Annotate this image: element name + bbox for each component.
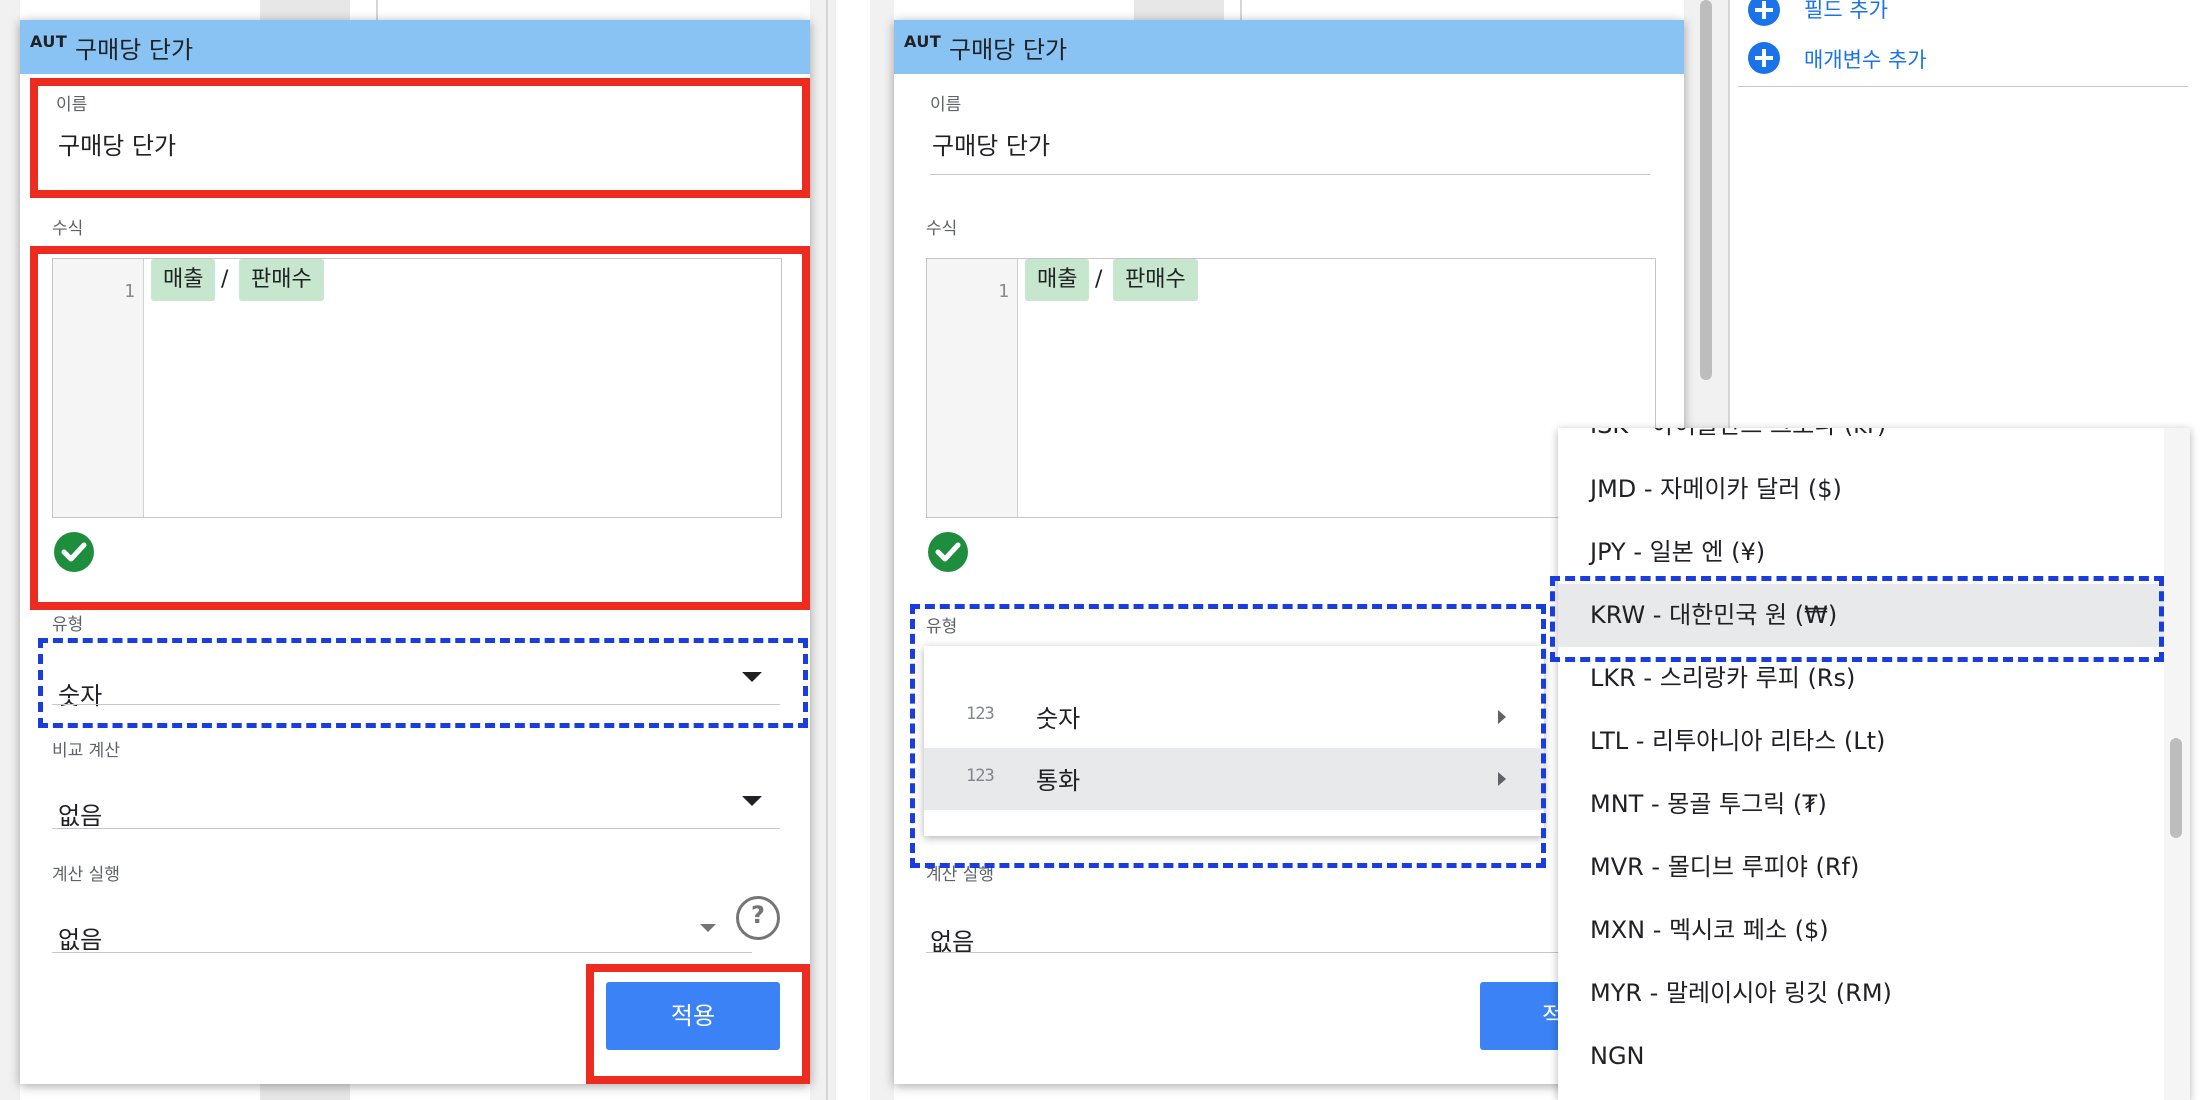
name-underline [930, 174, 1650, 175]
comparison-select-value[interactable]: 없음 [58, 796, 102, 831]
running-calc-underline [926, 952, 1626, 953]
annotation-formula-highlight [30, 246, 810, 610]
name-label: 이름 [930, 95, 962, 115]
annotation-type-highlight [38, 638, 808, 728]
type-label: 유형 [52, 615, 84, 635]
right-divider-line [1240, 0, 1242, 22]
dialog-header: AUT 구매당 단가 [20, 20, 810, 74]
currency-option[interactable]: LTL - 리투아니아 리타스 (Lt) [1558, 710, 2190, 773]
currency-option[interactable]: MVR - 몰디브 루피야 (Rf) [1558, 836, 2190, 899]
dialog-title: 구매당 단가 [949, 36, 1068, 64]
currency-option[interactable]: NGN [1558, 1025, 2190, 1088]
line-number: 1 [998, 281, 1009, 302]
annotation-name-highlight [30, 78, 810, 198]
name-input[interactable]: 구매당 단가 [932, 126, 1050, 161]
left-top-band [260, 0, 350, 20]
right-panel-rule [1738, 86, 2188, 87]
formula-editor[interactable]: 1 매출 / 판매수 [926, 258, 1656, 518]
right-editor-scrollbar[interactable] [1700, 0, 1712, 380]
add-parameter-icon[interactable] [1748, 42, 1780, 74]
dialog-title: 구매당 단가 [75, 36, 194, 64]
currency-scrollbar-thumb[interactable] [2170, 738, 2182, 838]
right-bg-strip [870, 0, 894, 1100]
comparison-underline [52, 828, 780, 829]
running-calc-select-value[interactable]: 없음 [58, 920, 102, 955]
left-bottom-band [260, 1084, 350, 1100]
annotation-type-menu-highlight [910, 604, 1546, 868]
currency-option[interactable]: MNT - 몽골 투그릭 (₮) [1558, 773, 2190, 836]
formula-valid-icon [928, 532, 968, 572]
formula-operator: / [1095, 267, 1103, 292]
left-right-line [826, 0, 828, 1100]
formula-label: 수식 [926, 219, 958, 239]
left-bg-strip [0, 0, 20, 1100]
auto-type-icon: AUT [30, 32, 68, 51]
currency-option[interactable]: JMD - 자메이카 달러 ($) [1558, 458, 2190, 521]
add-field-icon[interactable] [1748, 0, 1780, 26]
currency-option[interactable]: MYR - 말레이시아 링깃 (RM) [1558, 962, 2190, 1025]
currency-option[interactable]: ISK - 아이슬란드 크로나 (kr) [1558, 428, 2190, 457]
currency-option[interactable]: JPY - 일본 엔 (¥) [1558, 521, 2190, 584]
formula-chip-units-sold[interactable]: 판매수 [1113, 259, 1198, 301]
formula-label: 수식 [52, 219, 84, 239]
editor-gutter: 1 [927, 259, 1018, 517]
add-field-link[interactable]: 필드 추가 [1804, 0, 1888, 24]
currency-option[interactable]: MXN - 멕시코 페소 ($) [1558, 899, 2190, 962]
formula-chip-sales[interactable]: 매출 [1025, 259, 1090, 301]
running-calc-underline [52, 952, 752, 953]
running-calc-dropdown-arrow-icon[interactable] [700, 924, 716, 932]
dialog-header: AUT 구매당 단가 [894, 20, 1684, 74]
help-icon[interactable]: ? [736, 896, 780, 940]
add-parameter-link[interactable]: 매개변수 추가 [1804, 44, 1927, 74]
left-right-strip [810, 0, 836, 1100]
left-divider-line [376, 0, 378, 20]
comparison-dropdown-arrow-icon[interactable] [742, 796, 762, 806]
annotation-krw-highlight [1550, 576, 2164, 662]
running-calc-label: 계산 실행 [52, 865, 120, 885]
currency-submenu: ISK - 아이슬란드 크로나 (kr) JMD - 자메이카 달러 ($) J… [1558, 428, 2190, 1100]
auto-type-icon: AUT [904, 32, 942, 51]
right-top-band [1134, 0, 1224, 22]
comparison-label: 비교 계산 [52, 741, 120, 761]
annotation-apply-highlight [586, 964, 810, 1084]
